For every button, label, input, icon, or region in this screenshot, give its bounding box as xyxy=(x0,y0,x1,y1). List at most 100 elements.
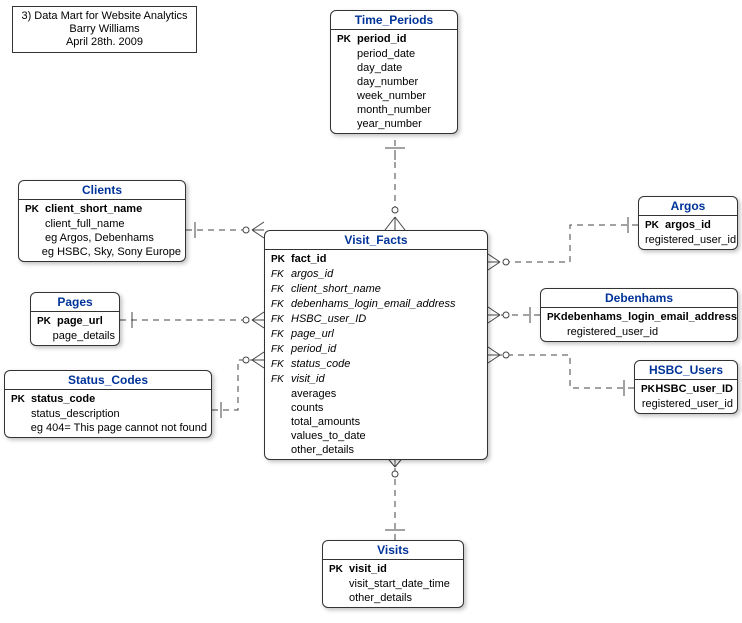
key-indicator: PK xyxy=(269,253,291,267)
entity-body: PKargos_idregistered_user_id xyxy=(639,216,737,249)
attribute-row: PKperiod_id xyxy=(335,32,453,47)
key-indicator: PK xyxy=(23,203,45,217)
entity-body: PKvisit_idvisit_start_date_timeother_det… xyxy=(323,560,463,607)
attribute-name: argos_id xyxy=(291,267,483,281)
attribute-row: eg 404= This page cannot not found xyxy=(9,421,207,435)
attribute-row: FKdebenhams_login_email_address xyxy=(269,297,483,312)
attribute-row: year_number xyxy=(335,117,453,131)
entity-pages: Pages PKpage_urlpage_details xyxy=(30,292,120,346)
entity-hsbc-users: HSBC_Users PKHSBC_user_IDregistered_user… xyxy=(634,360,738,414)
attribute-row: PKclient_short_name xyxy=(23,202,181,217)
entity-title: Visits xyxy=(323,541,463,560)
attribute-row: period_date xyxy=(335,47,453,61)
attribute-row: PKargos_id xyxy=(643,218,733,233)
attribute-name: eg HSBC, Sky, Sony Europe xyxy=(42,245,181,259)
attribute-name: page_url xyxy=(57,314,115,328)
attribute-row: registered_user_id xyxy=(639,397,733,411)
attribute-name: period_date xyxy=(357,47,453,61)
key-indicator: FK xyxy=(269,358,291,372)
key-indicator: FK xyxy=(269,328,291,342)
attribute-row: PKHSBC_user_ID xyxy=(639,382,733,397)
attribute-name: total_amounts xyxy=(291,415,483,429)
attribute-name: client_short_name xyxy=(291,282,483,296)
entity-argos: Argos PKargos_idregistered_user_id xyxy=(638,196,738,250)
key-indicator: FK xyxy=(269,298,291,312)
attribute-row: FKpage_url xyxy=(269,327,483,342)
attribute-row: page_details xyxy=(35,329,115,343)
entity-visit-facts: Visit_Facts PKfact_idFKargos_idFKclient_… xyxy=(264,230,488,460)
attribute-name: other_details xyxy=(349,591,459,605)
attribute-row: PKvisit_id xyxy=(327,562,459,577)
key-indicator: FK xyxy=(269,373,291,387)
diagram-info-box: 3) Data Mart for Website Analytics Barry… xyxy=(12,6,197,53)
entity-title: Argos xyxy=(639,197,737,216)
attribute-row: registered_user_id xyxy=(545,325,733,339)
key-indicator: PK xyxy=(9,393,31,407)
attribute-row: day_number xyxy=(335,75,453,89)
attribute-row: status_description xyxy=(9,407,207,421)
attribute-row: FKvisit_id xyxy=(269,372,483,387)
entity-status-codes: Status_Codes PKstatus_codestatus_descrip… xyxy=(4,370,212,438)
key-indicator: PK xyxy=(639,383,655,397)
attribute-name: HSBC_user_ID xyxy=(291,312,483,326)
attribute-name: other_details xyxy=(291,443,483,457)
attribute-name: period_id xyxy=(291,342,483,356)
info-line-3: April 28th. 2009 xyxy=(21,36,188,49)
attribute-name: registered_user_id xyxy=(642,397,733,411)
attribute-row: eg Argos, Debenhams xyxy=(23,231,181,245)
attribute-name: fact_id xyxy=(291,252,483,266)
attribute-row: counts xyxy=(269,401,483,415)
attribute-row: averages xyxy=(269,387,483,401)
key-indicator: PK xyxy=(35,315,57,329)
attribute-name: day_date xyxy=(357,61,453,75)
entity-title: HSBC_Users xyxy=(635,361,737,380)
entity-time-periods: Time_Periods PKperiod_idperiod_dateday_d… xyxy=(330,10,458,134)
attribute-name: status_code xyxy=(31,392,207,406)
attribute-row: other_details xyxy=(269,443,483,457)
entity-title: Debenhams xyxy=(541,289,737,308)
attribute-row: PKpage_url xyxy=(35,314,115,329)
attribute-row: visit_start_date_time xyxy=(327,577,459,591)
key-indicator: PK xyxy=(545,311,561,325)
key-indicator: PK xyxy=(643,219,665,233)
info-line-1: 3) Data Mart for Website Analytics xyxy=(21,10,188,23)
attribute-name: HSBC_user_ID xyxy=(655,382,733,396)
attribute-name: argos_id xyxy=(665,218,733,232)
attribute-name: week_number xyxy=(357,89,453,103)
attribute-name: day_number xyxy=(357,75,453,89)
attribute-row: week_number xyxy=(335,89,453,103)
entity-body: PKdebenhams_login_email_addressregistere… xyxy=(541,308,737,341)
entity-body: PKperiod_idperiod_dateday_dateday_number… xyxy=(331,30,457,133)
attribute-name: counts xyxy=(291,401,483,415)
attribute-name: eg 404= This page cannot not found xyxy=(31,421,207,435)
attribute-name: month_number xyxy=(357,103,453,117)
entity-title: Visit_Facts xyxy=(265,231,487,250)
entity-clients: Clients PKclient_short_nameclient_full_n… xyxy=(18,180,186,262)
attribute-name: page_details xyxy=(53,329,115,343)
attribute-row: FKHSBC_user_ID xyxy=(269,312,483,327)
attribute-row: PKdebenhams_login_email_address xyxy=(545,310,733,325)
attribute-row: FKargos_id xyxy=(269,267,483,282)
attribute-name: year_number xyxy=(357,117,453,131)
attribute-name: debenhams_login_email_address xyxy=(561,310,737,324)
key-indicator: PK xyxy=(335,33,357,47)
entity-body: PKHSBC_user_IDregistered_user_id xyxy=(635,380,737,413)
attribute-name: averages xyxy=(291,387,483,401)
key-indicator: FK xyxy=(269,313,291,327)
attribute-row: PKfact_id xyxy=(269,252,483,267)
key-indicator: FK xyxy=(269,343,291,357)
attribute-name: registered_user_id xyxy=(645,233,736,247)
attribute-row: month_number xyxy=(335,103,453,117)
key-indicator: PK xyxy=(327,563,349,577)
attribute-name: visit_id xyxy=(291,372,483,386)
entity-title: Time_Periods xyxy=(331,11,457,30)
attribute-row: client_full_name xyxy=(23,217,181,231)
attribute-row: total_amounts xyxy=(269,415,483,429)
attribute-name: eg Argos, Debenhams xyxy=(45,231,181,245)
attribute-row: other_details xyxy=(327,591,459,605)
entity-title: Pages xyxy=(31,293,119,312)
entity-body: PKpage_urlpage_details xyxy=(31,312,119,345)
attribute-name: visit_start_date_time xyxy=(349,577,459,591)
attribute-name: client_short_name xyxy=(45,202,181,216)
info-line-2: Barry Williams xyxy=(21,23,188,36)
